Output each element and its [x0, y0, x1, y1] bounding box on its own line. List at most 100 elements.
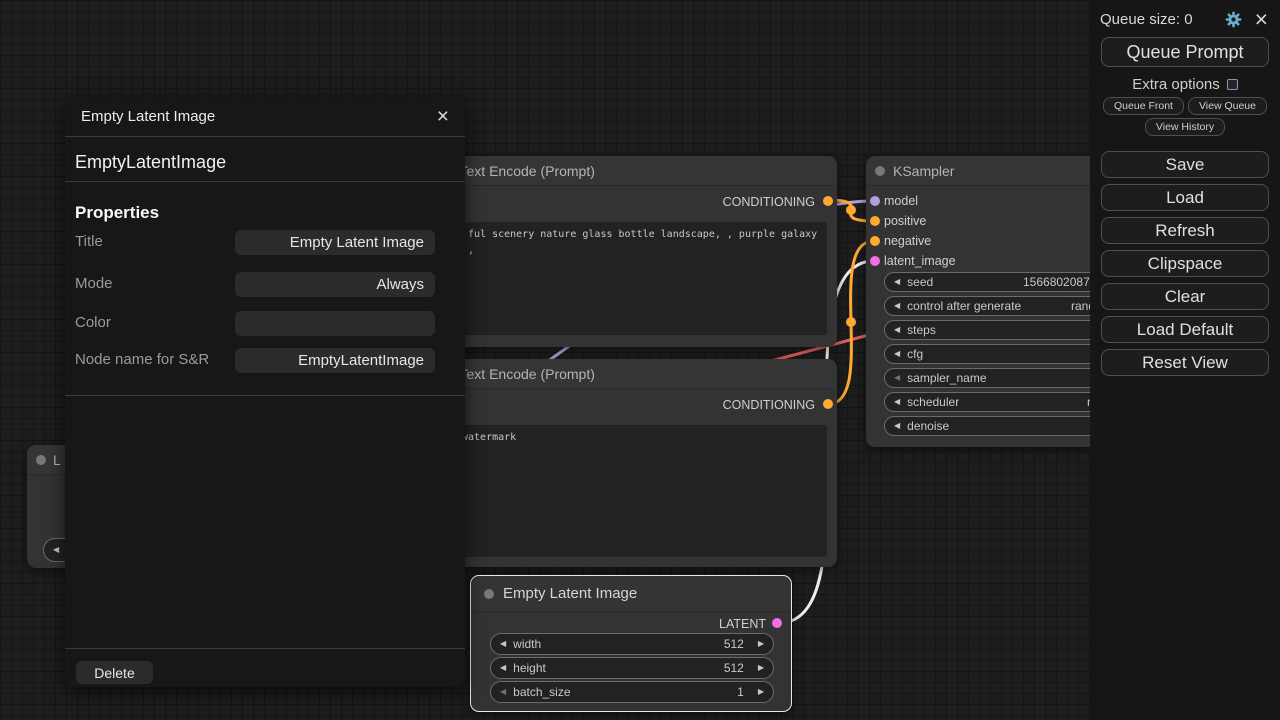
node-status-dot: [484, 589, 494, 599]
stepper-left-icon[interactable]: ◀: [894, 350, 900, 358]
widget-cfg[interactable]: ◀ cfg: [884, 344, 1122, 364]
view-history-button[interactable]: View History: [1145, 118, 1225, 136]
field-label-title: Title: [75, 233, 103, 250]
widget-seed[interactable]: ◀ seed 1566802087: [884, 272, 1122, 292]
node-title: L: [53, 452, 61, 468]
extra-options-label: Extra options: [1132, 76, 1220, 93]
close-icon[interactable]: ×: [1255, 10, 1268, 28]
node-title: Empty Latent Image: [503, 585, 637, 602]
queue-prompt-button[interactable]: Queue Prompt: [1101, 37, 1269, 67]
queue-size-label: Queue size: 0: [1100, 11, 1193, 28]
positive-input-dot[interactable]: [870, 216, 880, 226]
output-label: CONDITIONING: [723, 195, 815, 209]
stepper-right-icon[interactable]: ▶: [758, 664, 764, 672]
field-value-node-name[interactable]: EmptyLatentImage: [235, 348, 435, 373]
clipspace-button[interactable]: Clipspace: [1101, 250, 1269, 277]
stepper-left-icon[interactable]: ◀: [500, 664, 506, 672]
model-input-dot[interactable]: [870, 196, 880, 206]
reset-view-button[interactable]: Reset View: [1101, 349, 1269, 376]
node-status-dot: [36, 455, 46, 465]
widget-label: batch_size: [513, 685, 570, 699]
stepper-left-icon[interactable]: ◀: [500, 640, 506, 648]
link-midpoint-dot: [846, 317, 856, 327]
input-label: positive: [884, 214, 926, 228]
settings-gear-icon[interactable]: [1224, 10, 1243, 29]
node-clip-text-encode-positive[interactable]: CLIP Text Encode (Prompt) CONDITIONING f…: [415, 156, 837, 347]
prompt-text-widget[interactable]: ful scenery nature glass bottle landscap…: [448, 222, 827, 335]
node-properties-dialog: Empty Latent Image × EmptyLatentImage Pr…: [65, 97, 465, 687]
dialog-title: Empty Latent Image: [81, 108, 215, 125]
stepper-left-icon[interactable]: ◀: [500, 688, 506, 696]
extra-options-checkbox[interactable]: [1227, 79, 1238, 90]
refresh-button[interactable]: Refresh: [1101, 217, 1269, 244]
stepper-left-icon[interactable]: ◀: [894, 326, 900, 334]
node-clip-text-encode-negative[interactable]: CLIP Text Encode (Prompt) CONDITIONING w…: [415, 359, 837, 567]
widget-scheduler[interactable]: ◀ scheduler normal: [884, 392, 1122, 412]
output-label: LATENT: [719, 617, 766, 631]
view-queue-button[interactable]: View Queue: [1188, 97, 1267, 115]
widget-label: cfg: [907, 347, 923, 361]
load-button[interactable]: Load: [1101, 184, 1269, 211]
field-label-node-name: Node name for S&R: [75, 351, 209, 368]
widget-label: seed: [907, 275, 933, 289]
stepper-right-icon[interactable]: ▶: [758, 640, 764, 648]
node-title: KSampler: [893, 163, 954, 179]
widget-batch-size[interactable]: ◀ batch_size 1 ▶: [490, 681, 774, 703]
close-icon[interactable]: ×: [437, 106, 449, 127]
conditioning-output-dot[interactable]: [823, 196, 833, 206]
queue-front-button[interactable]: Queue Front: [1103, 97, 1184, 115]
prompt-text-widget[interactable]: watermark: [448, 425, 827, 557]
node-empty-latent-image[interactable]: Empty Latent Image LATENT ◀ width 512 ▶ …: [470, 575, 792, 712]
widget-value: 512: [724, 661, 744, 675]
widget-label: height: [513, 661, 546, 675]
divider: [65, 181, 465, 182]
widget-label: control after generate: [907, 299, 1021, 313]
input-label: negative: [884, 234, 931, 248]
stepper-right-icon[interactable]: ▶: [758, 688, 764, 696]
field-label-color: Color: [75, 314, 111, 331]
stepper-left-icon[interactable]: ◀: [894, 422, 900, 430]
stepper-left-icon[interactable]: ◀: [894, 398, 900, 406]
divider: [65, 136, 465, 137]
load-default-button[interactable]: Load Default: [1101, 316, 1269, 343]
divider: [65, 395, 465, 396]
properties-heading: Properties: [65, 189, 465, 233]
widget-control-after-generate[interactable]: ◀ control after generate randomize: [884, 296, 1122, 316]
widget-label: scheduler: [907, 395, 959, 409]
save-button[interactable]: Save: [1101, 151, 1269, 178]
input-label: latent_image: [884, 254, 956, 268]
widget-value: 1566802087: [1023, 275, 1090, 289]
field-value-mode[interactable]: Always: [235, 272, 435, 297]
stepper-left-icon[interactable]: ◀: [53, 546, 59, 554]
comfy-menu: Queue size: 0 × Queue Prompt Extra optio…: [1090, 0, 1280, 720]
link-midpoint-dot: [846, 205, 856, 215]
latent-output-dot[interactable]: [772, 618, 782, 628]
widget-label: steps: [907, 323, 936, 337]
stepper-left-icon[interactable]: ◀: [894, 302, 900, 310]
widget-height[interactable]: ◀ height 512 ▶: [490, 657, 774, 679]
stepper-left-icon[interactable]: ◀: [894, 374, 900, 382]
widget-width[interactable]: ◀ width 512 ▶: [490, 633, 774, 655]
field-label-mode: Mode: [75, 275, 113, 292]
negative-input-dot[interactable]: [870, 236, 880, 246]
clear-button[interactable]: Clear: [1101, 283, 1269, 310]
prompt-text: watermark: [448, 425, 827, 446]
widget-steps[interactable]: ◀ steps: [884, 320, 1122, 340]
latent-input-dot[interactable]: [870, 256, 880, 266]
widget-denoise[interactable]: ◀ denoise: [884, 416, 1122, 436]
node-status-dot: [875, 166, 885, 176]
field-value-color[interactable]: [235, 311, 435, 336]
delete-button[interactable]: Delete: [76, 661, 153, 684]
widget-value: 1: [737, 685, 744, 699]
widget-label: width: [513, 637, 541, 651]
widget-value: 512: [724, 637, 744, 651]
output-label: CONDITIONING: [723, 398, 815, 412]
field-value-title[interactable]: Empty Latent Image: [235, 230, 435, 255]
conditioning-output-dot[interactable]: [823, 399, 833, 409]
widget-sampler-name[interactable]: ◀ sampler_name: [884, 368, 1122, 388]
divider: [65, 648, 465, 649]
input-label: model: [884, 194, 918, 208]
stepper-left-icon[interactable]: ◀: [894, 278, 900, 286]
widget-label: denoise: [907, 419, 949, 433]
widget-label: sampler_name: [907, 371, 986, 385]
